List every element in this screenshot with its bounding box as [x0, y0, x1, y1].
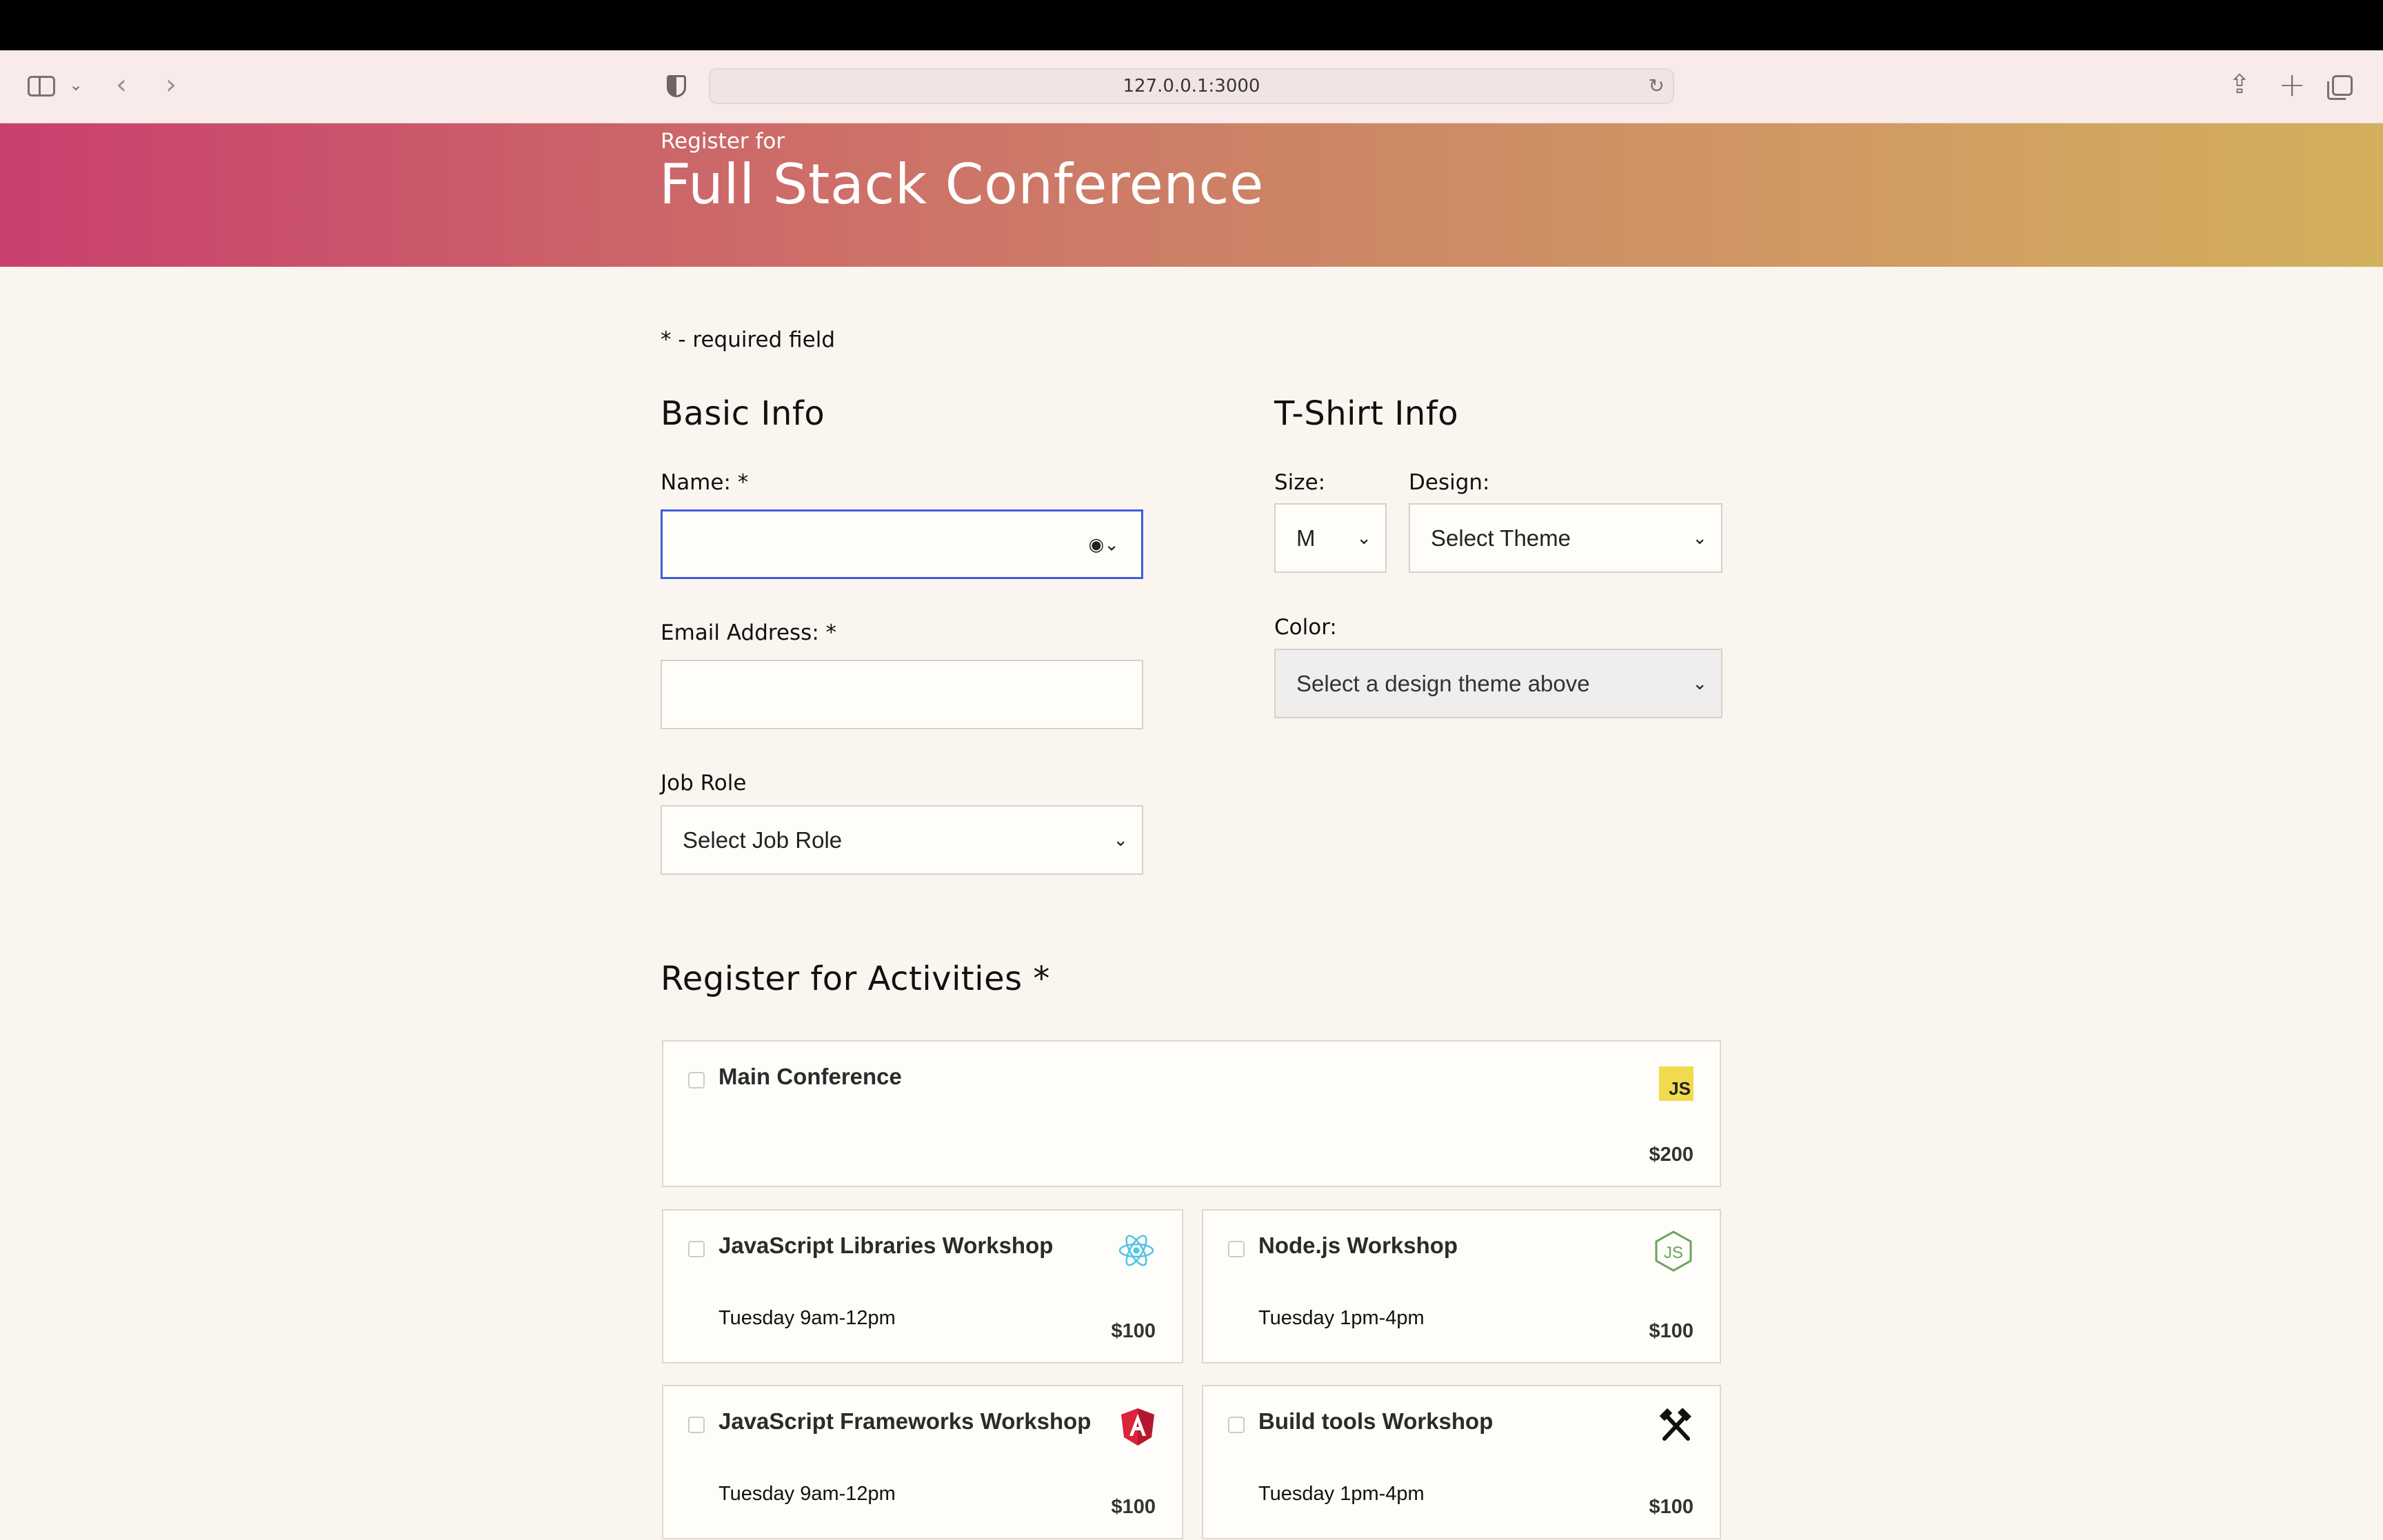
color-value: Select a design theme above	[1296, 670, 1590, 696]
name-input[interactable]: ◉⌄	[661, 509, 1143, 579]
page-title: Full Stack Conference	[659, 152, 1264, 216]
activity-card-main-conference[interactable]: Main Conference JS $200	[662, 1040, 1721, 1187]
build-tools-icon	[1658, 1408, 1693, 1444]
reload-icon[interactable]: ↻	[1649, 70, 1665, 103]
activity-time: Tuesday 9am-12pm	[718, 1307, 896, 1329]
activity-card-nodejs[interactable]: Node.js Workshop JS Tuesday 1pm-4pm $100	[1202, 1209, 1721, 1364]
size-select[interactable]: M ⌄	[1274, 503, 1387, 573]
activity-title: JavaScript Frameworks Workshop	[718, 1408, 1092, 1434]
basic-info-heading: Basic Info	[661, 394, 825, 433]
url-text: 127.0.0.1:3000	[1123, 76, 1260, 97]
activity-title: Build tools Workshop	[1258, 1408, 1494, 1434]
activity-title: Main Conference	[718, 1064, 902, 1089]
svg-text:JS: JS	[1664, 1244, 1683, 1262]
back-arrow-icon[interactable]: ‹	[116, 71, 127, 99]
job-role-label: Job Role	[661, 771, 747, 796]
contact-autofill-icon[interactable]: ◉⌄	[1089, 534, 1119, 555]
new-tab-icon[interactable]: +	[2278, 68, 2306, 101]
design-value: Select Theme	[1431, 525, 1571, 551]
activities-heading: Register for Activities *	[661, 960, 1050, 998]
javascript-logo-icon: JS	[1659, 1066, 1693, 1101]
size-label: Size:	[1274, 470, 1326, 495]
activity-card-build-tools[interactable]: Build tools Workshop Tuesday 1pm-4pm $10…	[1202, 1385, 1721, 1539]
page-header: Register for Full Stack Conference	[0, 123, 2383, 267]
design-label: Design:	[1409, 470, 1490, 495]
size-value: M	[1296, 525, 1316, 551]
tab-overview-icon[interactable]	[2327, 75, 2353, 100]
chevron-down-icon[interactable]: ⌄	[69, 77, 83, 93]
job-role-select[interactable]: Select Job Role ⌄	[661, 805, 1143, 875]
activity-title: JavaScript Libraries Workshop	[718, 1233, 1054, 1258]
share-icon[interactable]: ⇪	[2229, 71, 2251, 97]
activity-checkbox[interactable]	[1228, 1241, 1245, 1257]
required-field-note: * - required field	[661, 327, 836, 352]
activity-time: Tuesday 9am-12pm	[718, 1483, 896, 1505]
activity-cost: $100	[1111, 1496, 1156, 1518]
system-menu-bar	[0, 0, 2383, 50]
chevron-down-icon: ⌄	[1692, 527, 1707, 548]
activity-time: Tuesday 1pm-4pm	[1258, 1307, 1425, 1329]
activity-cost: $100	[1111, 1320, 1156, 1342]
activity-checkbox[interactable]	[688, 1417, 705, 1433]
chevron-down-icon: ⌄	[1113, 829, 1128, 850]
name-label: Name: *	[661, 470, 749, 495]
color-label: Color:	[1274, 615, 1337, 640]
activity-checkbox[interactable]	[1228, 1417, 1245, 1433]
job-role-value: Select Job Role	[683, 827, 843, 853]
react-logo-icon	[1117, 1231, 1156, 1270]
activity-cost: $100	[1649, 1320, 1693, 1342]
tshirt-info-heading: T-Shirt Info	[1274, 394, 1459, 433]
chevron-down-icon: ⌄	[1692, 672, 1707, 693]
header-kicker: Register for	[661, 129, 785, 154]
privacy-shield-icon[interactable]	[667, 75, 686, 97]
activity-cost: $200	[1649, 1144, 1693, 1166]
forward-arrow-icon[interactable]: ›	[165, 71, 177, 99]
activity-cost: $100	[1649, 1496, 1693, 1518]
activity-card-js-libraries[interactable]: JavaScript Libraries Workshop Tuesday 9a…	[662, 1209, 1183, 1364]
chevron-down-icon: ⌄	[1356, 527, 1371, 548]
activity-time: Tuesday 1pm-4pm	[1258, 1483, 1425, 1505]
angular-logo-icon	[1120, 1407, 1156, 1447]
activity-title: Node.js Workshop	[1258, 1233, 1458, 1258]
activity-checkbox[interactable]	[688, 1241, 705, 1257]
address-bar[interactable]: 127.0.0.1:3000 ↻	[709, 68, 1674, 104]
nodejs-logo-icon: JS	[1653, 1230, 1693, 1273]
color-select[interactable]: Select a design theme above ⌄	[1274, 649, 1722, 718]
design-select[interactable]: Select Theme ⌄	[1409, 503, 1722, 573]
activity-checkbox[interactable]	[688, 1072, 705, 1088]
email-input[interactable]	[661, 660, 1143, 729]
sidebar-toggle-icon[interactable]	[28, 76, 55, 97]
activity-card-js-frameworks[interactable]: JavaScript Frameworks Workshop Tuesday 9…	[662, 1385, 1183, 1539]
browser-toolbar: ⌄ ‹ › 127.0.0.1:3000 ↻ ⇪ +	[0, 50, 2383, 123]
email-label: Email Address: *	[661, 620, 837, 645]
